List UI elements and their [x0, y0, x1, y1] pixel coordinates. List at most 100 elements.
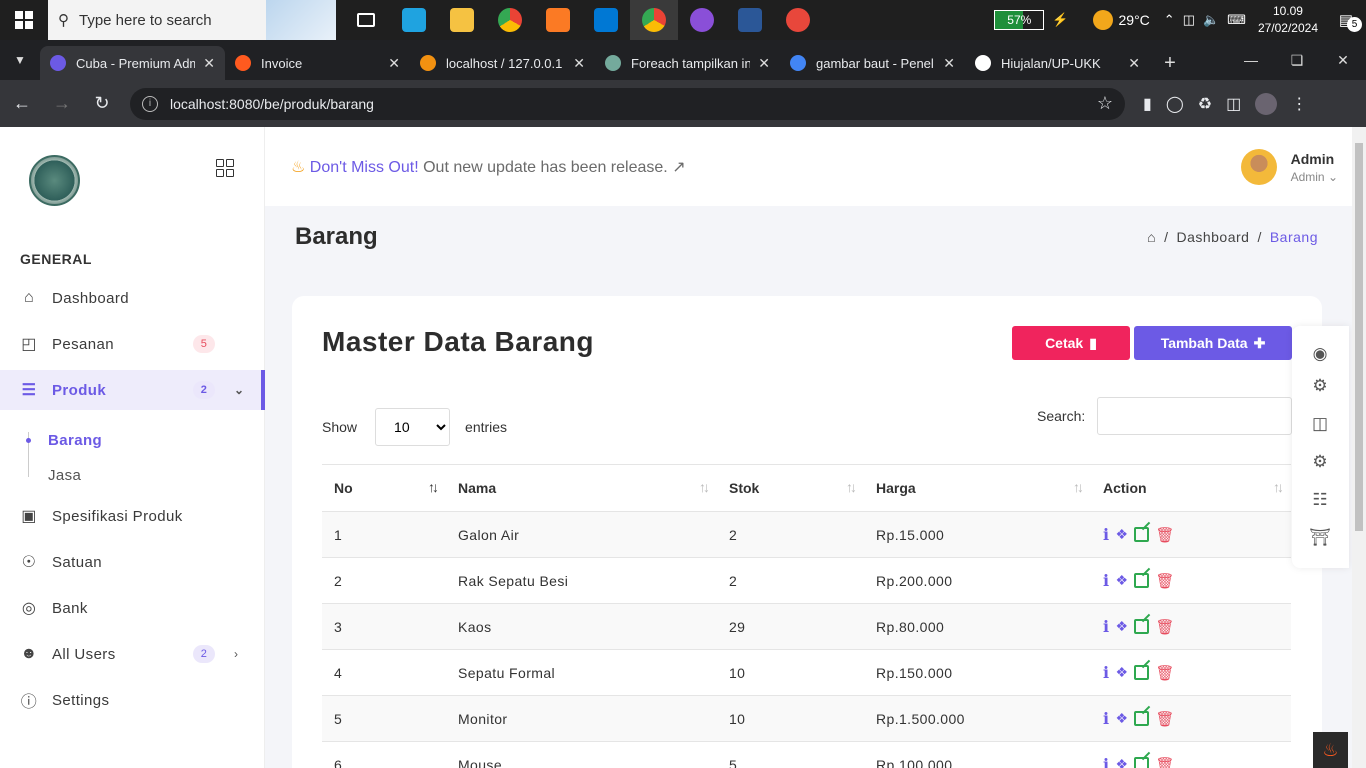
info-icon[interactable]: i — [1103, 525, 1109, 544]
system-clock[interactable]: 10.09 27/02/2024 — [1258, 3, 1318, 37]
taskbar-app-l[interactable] — [390, 0, 438, 40]
page-scrollbar[interactable] — [1352, 127, 1366, 768]
tab-search-button[interactable]: ▼ — [0, 40, 40, 80]
taskbar-app-chrome[interactable] — [486, 0, 534, 40]
gear-icon[interactable]: ⚙ — [1310, 376, 1330, 396]
extension-icon[interactable]: ▮ — [1143, 94, 1152, 114]
dropbox-icon[interactable]: ❖ — [1115, 664, 1128, 681]
tab-phpmyadmin[interactable]: localhost / 127.0.0.1 / ✕ — [410, 46, 595, 80]
sidebar-item-dashboard[interactable]: ⌂ Dashboard — [0, 278, 265, 318]
taskbar-search[interactable]: ⚲ Type here to search — [48, 0, 336, 40]
paint-bucket-icon[interactable]: ◉ — [1310, 344, 1330, 364]
sidebar-item-pesanan[interactable]: ◰ Pesanan 5 — [0, 324, 265, 364]
grid-menu-icon[interactable] — [216, 159, 234, 177]
tab-github[interactable]: Hiujalan/UP-UKK ✕ — [965, 46, 1150, 80]
taskbar-app-github[interactable] — [678, 0, 726, 40]
windows-start-button[interactable] — [0, 0, 48, 40]
taskbar-app-git[interactable] — [774, 0, 822, 40]
sidebar-item-spesifikasi[interactable]: ▣ Spesifikasi Produk — [0, 496, 265, 536]
edit-icon[interactable] — [1134, 711, 1150, 726]
info-icon[interactable]: i — [1103, 755, 1109, 768]
site-info-icon[interactable]: i — [142, 95, 158, 112]
close-icon[interactable]: ✕ — [943, 55, 955, 72]
profile-avatar[interactable] — [1255, 92, 1278, 115]
close-icon[interactable]: ✕ — [758, 55, 770, 72]
taskbar-app-vscode[interactable] — [582, 0, 630, 40]
entries-select[interactable]: 10 — [375, 408, 451, 446]
edit-icon[interactable] — [1134, 573, 1150, 588]
new-tab-button[interactable]: + — [1150, 46, 1190, 80]
tab-chatgpt[interactable]: Foreach tampilkan in ✕ — [595, 46, 780, 80]
dropbox-icon[interactable]: ❖ — [1115, 756, 1128, 768]
app-logo[interactable] — [29, 155, 80, 206]
sidebar-item-all-users[interactable]: ☻ All Users 2 › — [0, 634, 265, 674]
trash-icon[interactable]: 🗑 — [1155, 526, 1174, 544]
sidebar-subitem-jasa[interactable]: Jasa — [48, 467, 81, 484]
bookmark-star-icon[interactable]: ☆ — [1097, 93, 1113, 114]
sidebar-item-produk[interactable]: ☰ Produk 2 ⌄ — [0, 370, 265, 410]
breadcrumb-dashboard[interactable]: Dashboard — [1176, 229, 1249, 245]
close-icon[interactable]: ✕ — [203, 55, 215, 72]
column-header-harga[interactable]: Harga ↑↓ — [864, 464, 1091, 512]
edit-icon[interactable] — [1134, 665, 1150, 680]
browser-menu-icon[interactable]: ⋮ — [1291, 94, 1307, 114]
chevron-up-icon[interactable]: ⌃ — [1164, 12, 1175, 28]
reload-button[interactable]: ↻ — [84, 86, 120, 122]
edit-icon[interactable] — [1134, 757, 1150, 768]
sidebar-subitem-barang[interactable]: Barang — [48, 432, 102, 449]
network-icon[interactable]: ◫ — [1183, 12, 1195, 28]
extensions-puzzle-icon[interactable]: ♻ — [1198, 94, 1212, 114]
keyboard-icon[interactable]: ⌨ — [1227, 12, 1246, 28]
home-icon[interactable]: ⌂ — [1147, 229, 1156, 245]
taskbar-app-word[interactable] — [726, 0, 774, 40]
column-header-nama[interactable]: Nama ↑↓ — [446, 464, 717, 512]
cart-icon[interactable]: ⛩ — [1309, 528, 1331, 548]
window-close-button[interactable]: ✕ — [1320, 40, 1366, 80]
edit-icon[interactable] — [1134, 619, 1150, 634]
weather-widget[interactable]: 29°C — [1092, 10, 1150, 30]
sidebar-item-satuan[interactable]: ☉ Satuan — [0, 542, 265, 582]
taskbar-app-explorer[interactable] — [438, 0, 486, 40]
taskbar-app-xampp[interactable] — [534, 0, 582, 40]
battery-indicator[interactable]: 57% — [994, 10, 1045, 30]
trash-icon[interactable]: 🗑 — [1155, 664, 1174, 682]
minimize-button[interactable]: — — [1228, 40, 1274, 80]
trash-icon[interactable]: 🗑 — [1155, 572, 1174, 590]
sliders-icon[interactable]: ☷ — [1310, 490, 1330, 510]
trash-icon[interactable]: 🗑 — [1155, 756, 1174, 768]
dropbox-icon[interactable]: ❖ — [1115, 526, 1128, 543]
column-header-action[interactable]: Action ↑↓ — [1091, 464, 1291, 512]
cetak-button[interactable]: Cetak ▮ — [1012, 326, 1130, 360]
info-icon[interactable]: i — [1103, 663, 1109, 682]
side-panel-icon[interactable]: ◫ — [1226, 94, 1241, 114]
trash-icon[interactable]: 🗑 — [1155, 710, 1174, 728]
close-icon[interactable]: ✕ — [1128, 55, 1140, 72]
trash-icon[interactable]: 🗑 — [1155, 618, 1174, 636]
tambah-data-button[interactable]: Tambah Data ✚ — [1134, 326, 1292, 360]
back-button[interactable]: ← — [4, 86, 40, 122]
dropbox-icon[interactable]: ❖ — [1115, 572, 1128, 589]
sidebar-item-settings[interactable]: ⓘ Settings — [0, 680, 265, 720]
close-icon[interactable]: ✕ — [573, 55, 585, 72]
fire-icon[interactable]: ♨ — [1313, 732, 1348, 768]
extension-icon[interactable]: ◯ — [1166, 94, 1184, 114]
tab-invoice[interactable]: Invoice ✕ — [225, 46, 410, 80]
column-header-no[interactable]: No ↑↓ — [322, 464, 446, 512]
medical-box-icon[interactable]: ◫ — [1310, 414, 1330, 434]
sidebar-item-bank[interactable]: ◎ Bank — [0, 588, 265, 628]
tab-cuba[interactable]: Cuba - Premium Adm ✕ — [40, 46, 225, 80]
dropbox-icon[interactable]: ❖ — [1115, 618, 1128, 635]
task-view-button[interactable] — [342, 0, 390, 40]
edit-icon[interactable] — [1134, 527, 1150, 542]
info-icon[interactable]: i — [1103, 571, 1109, 590]
close-icon[interactable]: ✕ — [388, 55, 400, 72]
column-header-stok[interactable]: Stok ↑↓ — [717, 464, 864, 512]
tab-google[interactable]: gambar baut - Penel ✕ — [780, 46, 965, 80]
dropbox-icon[interactable]: ❖ — [1115, 710, 1128, 727]
arrow-up-right-icon[interactable]: ↗ — [672, 159, 685, 176]
taskbar-app-chrome-active[interactable] — [630, 0, 678, 40]
user-profile-menu[interactable]: Admin Admin ⌄ — [1240, 149, 1338, 185]
forward-button[interactable]: → — [44, 86, 80, 122]
info-icon[interactable]: i — [1103, 709, 1109, 728]
gear-icon[interactable]: ⚙ — [1310, 452, 1330, 472]
